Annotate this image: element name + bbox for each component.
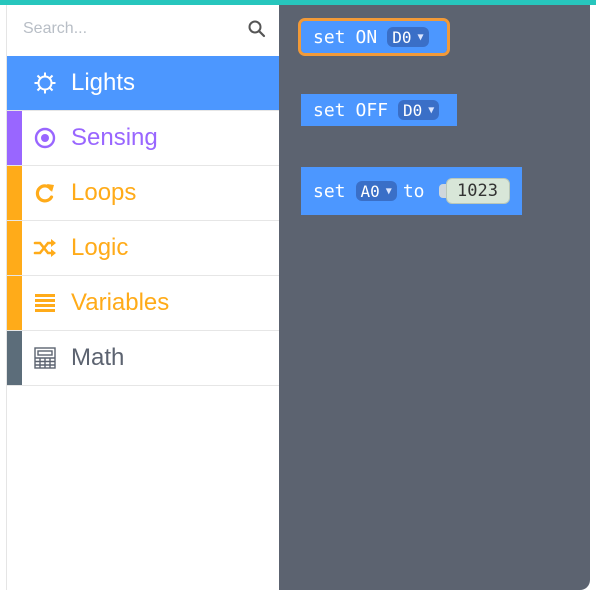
set-analog-block[interactable]: set A0 ▼ to 1023 (301, 167, 522, 215)
category-color-stripe (7, 221, 22, 275)
block-workspace[interactable]: set ON D0 ▼ set OFF D0 ▼ set A0 ▼ to 102… (279, 5, 590, 590)
shuffle-icon (33, 239, 56, 257)
pin-value: A0 (360, 181, 380, 201)
dropdown-arrow-icon: ▼ (417, 31, 424, 43)
category-color-stripe (7, 56, 22, 110)
toolbox: Lights Sensing Loops (6, 5, 279, 590)
block-keyword: to (402, 180, 425, 202)
gear-icon (34, 72, 56, 94)
pin-dropdown[interactable]: A0 ▼ (355, 181, 397, 201)
category-loops[interactable]: Loops (7, 166, 279, 221)
category-label: Sensing (71, 124, 158, 151)
block-keyword: set (313, 180, 346, 202)
calculator-icon (34, 347, 56, 369)
category-list: Lights Sensing Loops Logic Variables Mat… (7, 56, 279, 386)
dropdown-arrow-icon: ▼ (428, 104, 435, 116)
category-label: Logic (71, 234, 129, 261)
set-on-block[interactable]: set ON D0 ▼ (298, 18, 450, 56)
app-window: Lights Sensing Loops (0, 0, 596, 600)
toolbox-search (7, 5, 279, 55)
category-lights[interactable]: Lights (7, 56, 279, 111)
category-label: Loops (71, 179, 137, 206)
category-variables[interactable]: Variables (7, 276, 279, 331)
list-icon (35, 294, 55, 312)
category-color-stripe (7, 111, 22, 165)
search-icon[interactable] (247, 19, 267, 39)
loop-arrow-icon (35, 184, 54, 203)
category-label: Math (71, 344, 125, 371)
pin-dropdown[interactable]: D0 ▼ (398, 100, 440, 120)
block-state: ON (355, 26, 378, 48)
category-color-stripe (7, 331, 22, 385)
category-math[interactable]: Math (7, 331, 279, 386)
block-state: OFF (355, 99, 389, 121)
category-color-stripe (7, 166, 22, 220)
block-keyword: set (313, 26, 346, 48)
category-color-stripe (7, 276, 22, 330)
search-input[interactable] (17, 15, 244, 43)
value-input-socket: 1023 (438, 175, 510, 207)
category-logic[interactable]: Logic (7, 221, 279, 276)
number-field[interactable]: 1023 (445, 178, 510, 204)
pin-value: D0 (392, 27, 412, 47)
category-label: Variables (71, 289, 170, 316)
dropdown-arrow-icon: ▼ (385, 185, 392, 197)
block-keyword: set (313, 99, 346, 121)
category-label: Lights (71, 69, 136, 96)
pin-dropdown[interactable]: D0 ▼ (387, 27, 429, 47)
pin-value: D0 (403, 100, 423, 120)
target-icon (34, 127, 56, 149)
category-sensing[interactable]: Sensing (7, 111, 279, 166)
set-off-block[interactable]: set OFF D0 ▼ (301, 94, 458, 126)
